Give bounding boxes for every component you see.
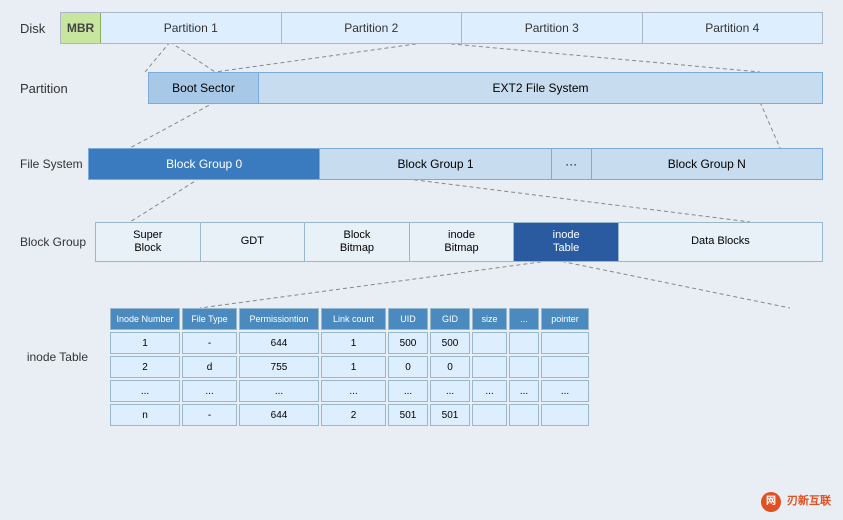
table-cell: 1 xyxy=(321,356,386,378)
table-cell: 2 xyxy=(321,404,386,426)
blockgroup-label: Block Group xyxy=(20,235,95,249)
th-inode-number: Inode Number xyxy=(110,308,180,330)
table-cell xyxy=(509,356,539,378)
table-row: 2d755100 xyxy=(110,356,823,378)
th-dots: ... xyxy=(509,308,539,330)
table-cell: ... xyxy=(182,380,237,402)
disk-partition1: Partition 1 xyxy=(101,13,282,43)
table-row: ........................... xyxy=(110,380,823,402)
table-cell: 500 xyxy=(430,332,470,354)
disk-row: Disk MBR Partition 1 Partition 2 Partiti… xyxy=(20,12,823,44)
table-cell: - xyxy=(182,404,237,426)
filesystem-boxes: Block Group 0 Block Group 1 ··· Block Gr… xyxy=(88,148,823,180)
disk-partition4: Partition 4 xyxy=(643,13,823,43)
partition-ext2: EXT2 File System xyxy=(259,73,822,103)
diagram-container: Disk MBR Partition 1 Partition 2 Partiti… xyxy=(0,0,843,520)
bg-block-bitmap: Block Bitmap xyxy=(305,223,410,261)
th-pointer: pointer xyxy=(541,308,589,330)
th-uid: UID xyxy=(388,308,428,330)
table-cell: ... xyxy=(472,380,507,402)
table-cell xyxy=(472,404,507,426)
disk-partition3: Partition 3 xyxy=(462,13,643,43)
bg-inode-bitmap: inode Bitmap xyxy=(410,223,515,261)
table-cell: 1 xyxy=(321,332,386,354)
table-cell: 644 xyxy=(239,404,319,426)
table-cell: ... xyxy=(509,380,539,402)
table-cell: ... xyxy=(541,380,589,402)
table-cell xyxy=(509,404,539,426)
table-cell: n xyxy=(110,404,180,426)
bg-inode-table: inode Table xyxy=(514,223,619,261)
inodetable-data-rows: 1-64415005002d755100....................… xyxy=(110,332,823,426)
table-cell: 501 xyxy=(388,404,428,426)
block-group-dots: ··· xyxy=(552,149,592,179)
inodetable-label: inode Table xyxy=(20,350,88,364)
table-cell xyxy=(509,332,539,354)
blockgroup-boxes: Super Block GDT Block Bitmap inode Bitma… xyxy=(95,222,823,262)
table-cell: 644 xyxy=(239,332,319,354)
table-cell: ... xyxy=(321,380,386,402)
bg-data-blocks: Data Blocks xyxy=(619,223,822,261)
partition-row: Partition Boot Sector EXT2 File System xyxy=(20,72,823,104)
table-cell xyxy=(541,356,589,378)
watermark-icon: 网 xyxy=(761,492,781,512)
th-file-type: File Type xyxy=(182,308,237,330)
table-cell: 501 xyxy=(430,404,470,426)
table-row: n-6442501501 xyxy=(110,404,823,426)
bg-superblock: Super Block xyxy=(96,223,201,261)
filesystem-row: File System Block Group 0 Block Group 1 … xyxy=(20,148,823,180)
th-permission: Permissiontion xyxy=(239,308,319,330)
inodetable-header-row: Inode Number File Type Permissiontion Li… xyxy=(110,308,823,330)
disk-mbr: MBR xyxy=(61,13,101,43)
th-size: size xyxy=(472,308,507,330)
table-cell: ... xyxy=(388,380,428,402)
partition-label: Partition xyxy=(20,81,88,96)
table-cell: 0 xyxy=(430,356,470,378)
partition-boxes: Boot Sector EXT2 File System xyxy=(148,72,823,104)
watermark: 网 刃新互联 xyxy=(761,492,831,512)
th-link-count: Link count xyxy=(321,308,386,330)
partition-boot-sector: Boot Sector xyxy=(149,73,259,103)
table-cell: 2 xyxy=(110,356,180,378)
table-cell: 500 xyxy=(388,332,428,354)
block-group-0: Block Group 0 xyxy=(89,149,320,179)
table-cell: ... xyxy=(110,380,180,402)
inodetable-grid: Inode Number File Type Permissiontion Li… xyxy=(110,308,823,426)
disk-boxes: MBR Partition 1 Partition 2 Partition 3 … xyxy=(60,12,823,44)
table-cell xyxy=(472,332,507,354)
block-group-n: Block Group N xyxy=(592,149,822,179)
blockgroup-row: Block Group Super Block GDT Block Bitmap… xyxy=(20,222,823,262)
th-gid: GID xyxy=(430,308,470,330)
table-cell xyxy=(472,356,507,378)
filesystem-label: File System xyxy=(20,157,88,171)
disk-label: Disk xyxy=(20,21,60,36)
table-cell: d xyxy=(182,356,237,378)
table-cell: 1 xyxy=(110,332,180,354)
table-cell: - xyxy=(182,332,237,354)
table-cell: ... xyxy=(430,380,470,402)
table-cell xyxy=(541,332,589,354)
table-cell: 0 xyxy=(388,356,428,378)
inodetable-section: inode Table Inode Number File Type Permi… xyxy=(20,308,823,426)
block-group-1: Block Group 1 xyxy=(320,149,551,179)
table-cell: 755 xyxy=(239,356,319,378)
table-cell xyxy=(541,404,589,426)
table-cell: ... xyxy=(239,380,319,402)
bg-gdt: GDT xyxy=(201,223,306,261)
disk-partition2: Partition 2 xyxy=(282,13,463,43)
table-row: 1-6441500500 xyxy=(110,332,823,354)
watermark-text: 刃新互联 xyxy=(787,495,831,507)
